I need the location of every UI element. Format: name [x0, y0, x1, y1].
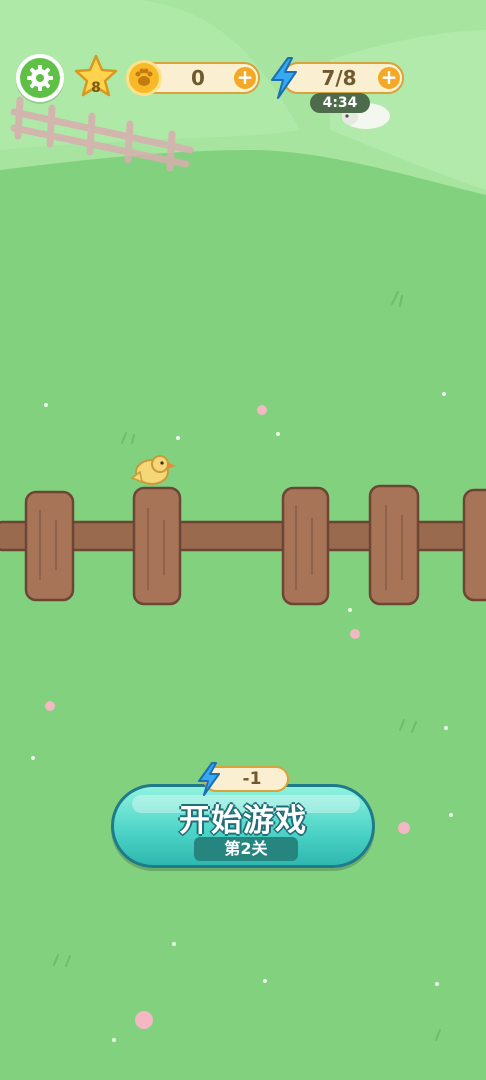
coin-value: 0 — [191, 66, 205, 90]
add-energy-button[interactable]: + — [376, 65, 402, 91]
start-game-button[interactable]: 开始游戏 第2关 — [111, 784, 375, 868]
add-coins-button[interactable]: + — [232, 65, 258, 91]
start-game-label: 开始游戏 — [179, 803, 307, 839]
paw-coin-icon — [126, 60, 162, 96]
start-game-area: 开始游戏 第2关 -1 — [111, 762, 375, 868]
lightning-icon — [198, 762, 220, 796]
gear-icon — [20, 58, 60, 98]
level-label: 第2关 — [194, 837, 298, 861]
energy-cost-value: -1 — [242, 769, 262, 789]
energy-value: 7/8 — [321, 66, 357, 90]
lightning-icon — [271, 57, 297, 99]
level-star: 8 — [74, 54, 118, 102]
settings-button[interactable] — [16, 54, 64, 102]
energy-timer: 4:34 — [310, 93, 370, 113]
star-level-value: 8 — [91, 80, 101, 96]
background-scene — [0, 0, 486, 1080]
